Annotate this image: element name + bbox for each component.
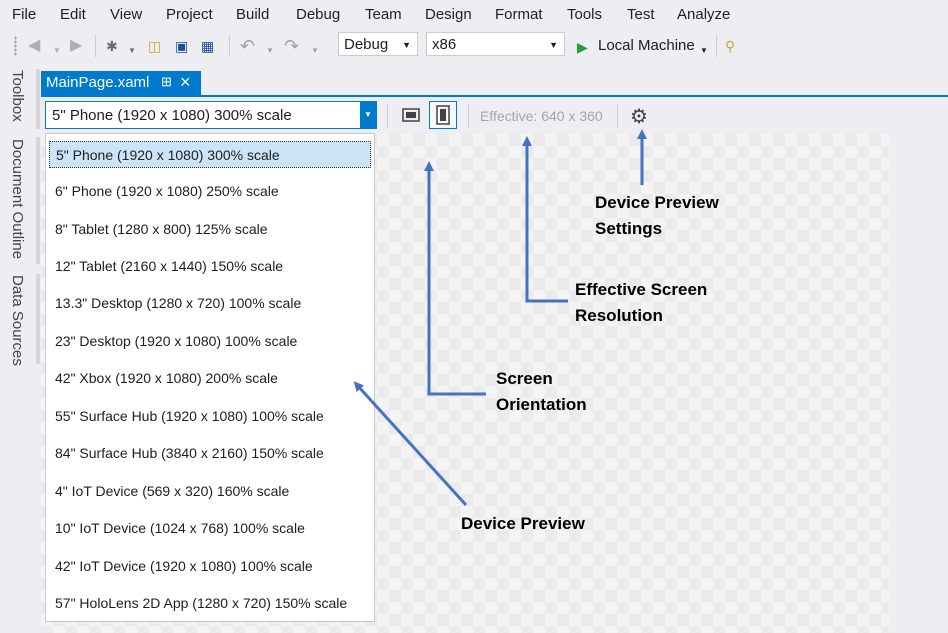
back-icon[interactable]: ◀: [28, 37, 40, 55]
document-tab[interactable]: MainPage.xaml ⊞ ×: [41, 71, 201, 96]
chevron-down-icon[interactable]: ▼: [360, 102, 376, 128]
pin-icon[interactable]: ⊞: [161, 74, 172, 90]
new-project-icon[interactable]: ✱: [106, 37, 118, 55]
annotation-screen-orientation: Screen Orientation: [496, 366, 587, 418]
close-icon[interactable]: ×: [180, 72, 191, 93]
standard-toolbar: ◀ ▼ ▶ ✱ ▼ ◫ ▣ ▦ ↶ ▼ ↷ ▼ Debug ▼ x86 ▼ ▶ …: [0, 31, 948, 61]
run-target-dropdown-icon[interactable]: ▼: [700, 42, 708, 60]
effective-resolution-label: Effective: 640 x 360: [480, 108, 603, 124]
document-outline-tab[interactable]: Document Outline: [9, 139, 26, 259]
tab-indicator: [36, 137, 40, 264]
toolbar-separator: [95, 35, 96, 57]
run-target-label[interactable]: Local Machine: [598, 37, 695, 55]
device-option[interactable]: 13.3" Desktop (1280 x 720) 100% scale: [49, 290, 371, 317]
toolbar-separator: [617, 104, 618, 128]
menu-view[interactable]: View: [110, 6, 142, 23]
undo-icon[interactable]: ↶: [240, 37, 255, 55]
gear-icon[interactable]: ⚙: [630, 104, 648, 129]
toolbar-separator: [229, 35, 230, 57]
redo-icon[interactable]: ↷: [284, 37, 299, 55]
configuration-select[interactable]: Debug ▼: [338, 32, 418, 56]
menu-team[interactable]: Team: [365, 6, 402, 23]
device-option[interactable]: 12" Tablet (2160 x 1440) 150% scale: [49, 253, 371, 280]
annotation-line: Effective Screen: [575, 280, 708, 299]
data-sources-tab[interactable]: Data Sources: [9, 275, 26, 366]
menu-project[interactable]: Project: [166, 6, 213, 23]
annotation-line: Screen: [496, 369, 553, 388]
menu-edit[interactable]: Edit: [60, 6, 86, 23]
menu-build[interactable]: Build: [236, 6, 269, 23]
forward-icon[interactable]: ▶: [70, 37, 82, 55]
undo-dropdown-icon[interactable]: ▼: [266, 42, 274, 60]
menu-debug[interactable]: Debug: [296, 6, 340, 23]
menu-tools[interactable]: Tools: [567, 6, 602, 23]
menu-bar: File Edit View Project Build Debug Team …: [0, 0, 948, 31]
device-option[interactable]: 42" IoT Device (1920 x 1080) 100% scale: [49, 553, 371, 580]
toolbar-grip[interactable]: [14, 36, 17, 56]
platform-select[interactable]: x86 ▼: [426, 32, 565, 56]
device-option[interactable]: 4" IoT Device (569 x 320) 160% scale: [49, 478, 371, 505]
canvas-margin: [889, 134, 948, 633]
annotation-device-preview: Device Preview: [461, 514, 585, 533]
configuration-value: Debug: [344, 36, 389, 53]
toolbox-tab[interactable]: Toolbox: [9, 70, 26, 122]
device-preview-value: 5" Phone (1920 x 1080) 300% scale: [52, 107, 292, 124]
start-play-icon[interactable]: ▶: [577, 38, 588, 56]
save-all-icon[interactable]: ▦: [201, 37, 214, 55]
annotation-line: Orientation: [496, 395, 587, 414]
device-option[interactable]: 55" Surface Hub (1920 x 1080) 100% scale: [49, 403, 371, 430]
tab-indicator: [36, 274, 40, 364]
menu-analyze[interactable]: Analyze: [677, 6, 730, 23]
designer-toolbar: 5" Phone (1920 x 1080) 300% scale ▼ Effe…: [41, 97, 948, 134]
menu-format[interactable]: Format: [495, 6, 543, 23]
device-option[interactable]: 23" Desktop (1920 x 1080) 100% scale: [49, 328, 371, 355]
menu-test[interactable]: Test: [627, 6, 655, 23]
new-project-dropdown-icon[interactable]: ▼: [128, 42, 136, 60]
chevron-down-icon: ▼: [402, 40, 411, 50]
chevron-down-icon: ▼: [549, 40, 558, 50]
annotation-device-preview-settings: Device Preview Settings: [595, 190, 719, 242]
find-in-files-icon[interactable]: ⚲: [725, 37, 735, 55]
annotation-line: Settings: [595, 219, 663, 238]
platform-value: x86: [432, 36, 457, 53]
landscape-icon: [402, 108, 420, 122]
tab-indicator: [36, 69, 40, 129]
device-option[interactable]: 6" Phone (1920 x 1080) 250% scale: [49, 178, 371, 205]
annotation-line: Device Preview: [595, 193, 719, 212]
device-option[interactable]: 10" IoT Device (1024 x 768) 100% scale: [49, 515, 371, 542]
portrait-icon: [436, 105, 450, 125]
device-preview-dropdown: 5" Phone (1920 x 1080) 300% scale 6" Pho…: [45, 133, 375, 622]
toolbar-separator: [468, 104, 469, 128]
menu-design[interactable]: Design: [425, 6, 472, 23]
save-icon[interactable]: ▣: [175, 37, 188, 55]
device-option[interactable]: 5" Phone (1920 x 1080) 300% scale: [49, 141, 371, 168]
document-tab-title: MainPage.xaml: [46, 74, 150, 91]
device-option[interactable]: 57" HoloLens 2D App (1280 x 720) 150% sc…: [49, 590, 371, 617]
redo-dropdown-icon[interactable]: ▼: [311, 42, 319, 60]
device-option[interactable]: 8" Tablet (1280 x 800) 125% scale: [49, 216, 371, 243]
annotation-effective-resolution: Effective Screen Resolution: [575, 277, 707, 329]
side-tool-strip: Toolbox Document Outline Data Sources: [0, 61, 40, 633]
device-option[interactable]: 42" Xbox (1920 x 1080) 200% scale: [49, 365, 371, 392]
toolbar-separator: [716, 35, 717, 57]
toolbar-separator: [387, 104, 388, 128]
back-dropdown-icon[interactable]: ▼: [53, 42, 61, 60]
device-preview-select[interactable]: 5" Phone (1920 x 1080) 300% scale ▼: [45, 101, 377, 129]
portrait-orientation-button[interactable]: [429, 101, 457, 129]
annotation-line: Resolution: [575, 306, 663, 325]
open-folder-icon[interactable]: ◫: [148, 37, 161, 55]
device-option[interactable]: 84" Surface Hub (3840 x 2160) 150% scale: [49, 440, 371, 467]
menu-file[interactable]: File: [12, 6, 36, 23]
landscape-orientation-button[interactable]: [397, 101, 425, 129]
